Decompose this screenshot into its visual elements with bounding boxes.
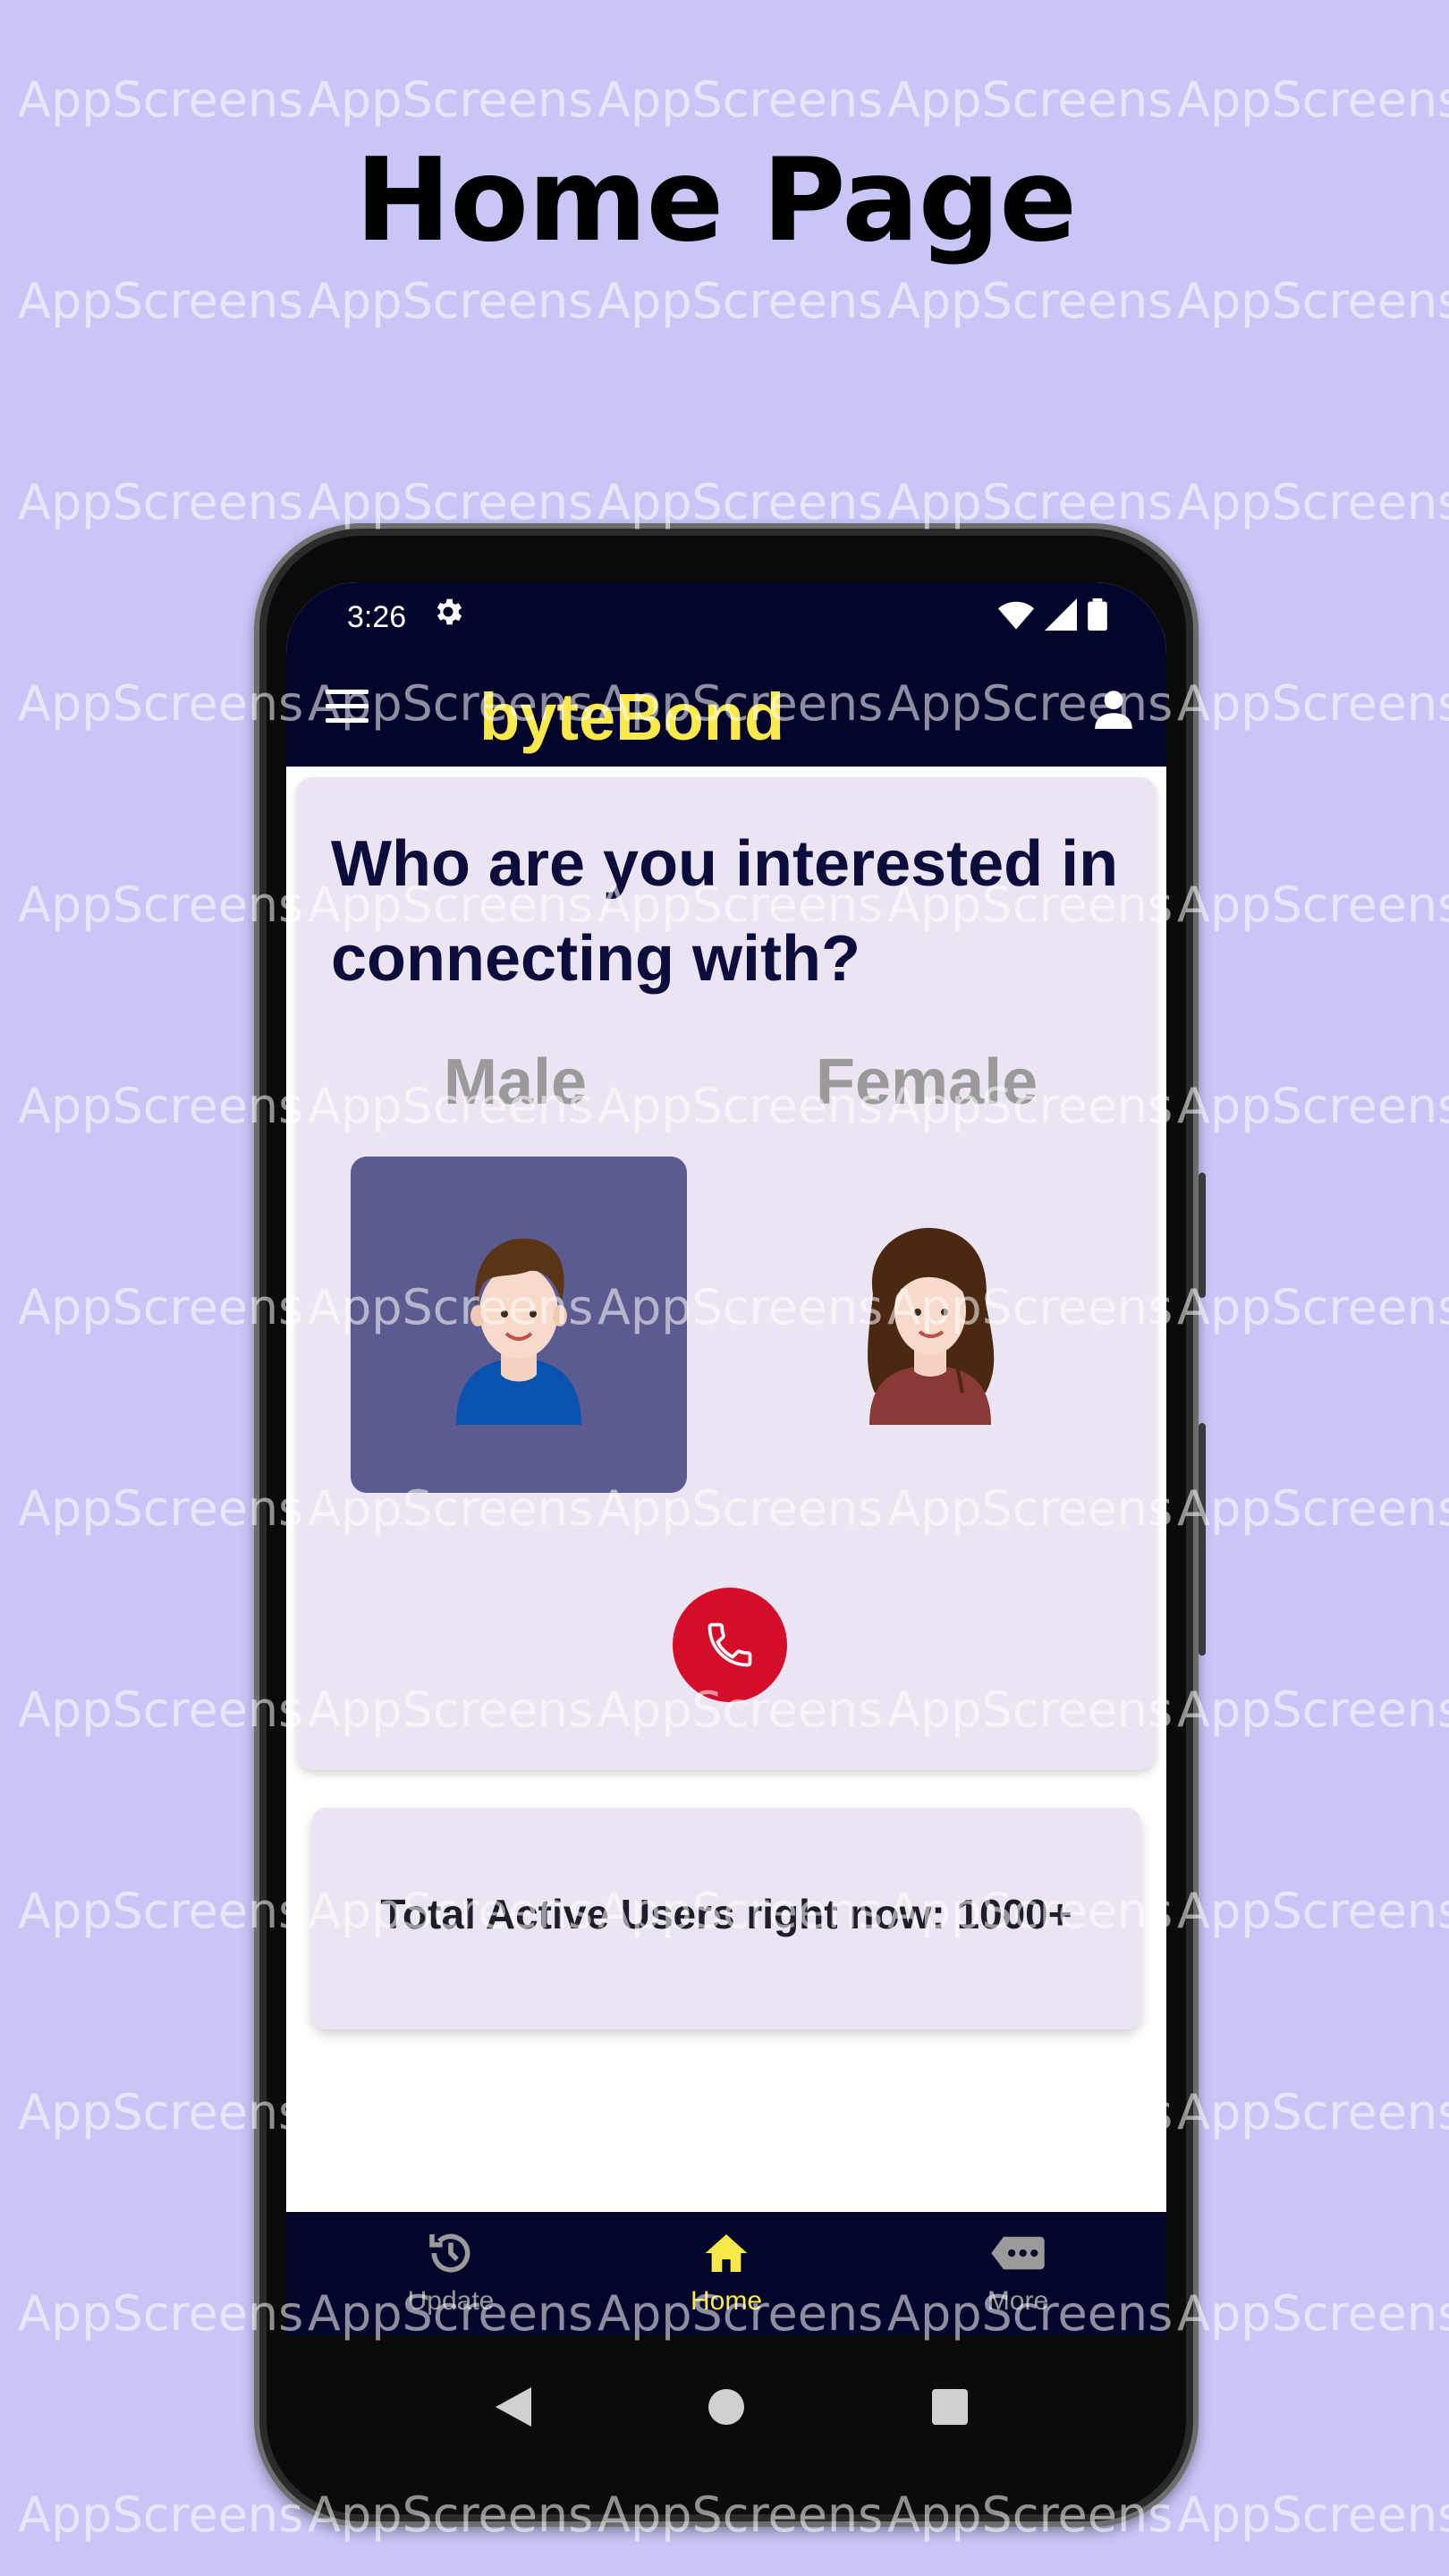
watermark-text: AppScreens xyxy=(597,72,884,128)
page-title: Home Page xyxy=(355,134,1077,267)
watermark-text: AppScreens xyxy=(1177,72,1449,128)
signal-icon xyxy=(1045,598,1077,631)
watermark-text: AppScreens xyxy=(1177,2487,1449,2543)
watermark-text: AppScreens xyxy=(308,273,594,329)
watermark-text: AppScreens xyxy=(597,474,884,530)
status-time: 3:26 xyxy=(347,600,407,634)
watermark-text: AppScreens xyxy=(1177,273,1449,329)
recents-icon[interactable] xyxy=(932,2389,968,2425)
app-title: byteBond xyxy=(479,680,785,754)
watermark-text: AppScreens xyxy=(308,474,594,530)
settings-gear-icon xyxy=(431,595,465,638)
volume-button xyxy=(1199,1173,1206,1298)
watermark-text: AppScreens xyxy=(18,474,304,530)
watermark-text: AppScreens xyxy=(1177,675,1449,732)
watermark-text: AppScreens xyxy=(1177,1682,1449,1738)
watermark-text: AppScreens xyxy=(1177,1883,1449,1939)
preference-question: Who are you interested in connecting wit… xyxy=(331,828,1119,995)
nav-item-update[interactable]: Update xyxy=(361,2228,540,2317)
profile-icon[interactable] xyxy=(1091,686,1136,731)
status-bar: 3:26 xyxy=(286,582,1166,654)
hamburger-menu-icon[interactable] xyxy=(326,690,369,725)
power-button xyxy=(1199,1423,1206,1656)
watermark-text: AppScreens xyxy=(18,72,304,128)
watermark-text: AppScreens xyxy=(1177,2084,1449,2140)
call-button[interactable] xyxy=(673,1588,787,1702)
watermark-text: AppScreens xyxy=(597,273,884,329)
watermark-text: AppScreens xyxy=(887,72,1174,128)
home-circle-icon[interactable] xyxy=(708,2389,744,2425)
nav-label-more: More xyxy=(987,2286,1049,2316)
bottom-navigation: Update Home More xyxy=(286,2212,1166,2335)
more-tag-icon xyxy=(991,2236,1045,2270)
app-screen: 3:26 byteBond Who are you interested in … xyxy=(286,582,1166,2335)
watermark-text: AppScreens xyxy=(887,474,1174,530)
nav-item-more[interactable]: More xyxy=(928,2228,1107,2317)
watermark-text: AppScreens xyxy=(1177,1480,1449,1537)
back-icon[interactable] xyxy=(496,2387,531,2427)
female-label: Female xyxy=(816,1046,1038,1118)
battery-icon xyxy=(1088,598,1107,631)
nav-label-home: Home xyxy=(690,2286,763,2316)
phone-icon xyxy=(708,1623,752,1667)
wifi-icon xyxy=(998,601,1034,630)
male-avatar-icon xyxy=(456,1238,581,1425)
watermark-text: AppScreens xyxy=(1177,474,1449,530)
watermark-text: AppScreens xyxy=(18,273,304,329)
male-label: Male xyxy=(444,1046,588,1118)
female-avatar-icon xyxy=(868,1227,995,1425)
home-icon xyxy=(705,2234,748,2272)
active-users-count: Total Active Users right now: 1000+ xyxy=(380,1891,1072,1937)
active-users-card: Total Active Users right now: 1000+ xyxy=(311,1808,1141,2029)
male-option-button[interactable] xyxy=(351,1157,687,1493)
female-option-button[interactable] xyxy=(762,1157,1098,1493)
phone-frame: 3:26 byteBond Who are you interested in … xyxy=(254,523,1206,2527)
app-bar: byteBond xyxy=(286,654,1166,767)
watermark-text: AppScreens xyxy=(18,2487,304,2543)
history-icon xyxy=(429,2233,470,2273)
watermark-text: AppScreens xyxy=(1177,1078,1449,1134)
system-navigation-bar xyxy=(286,2344,1166,2479)
watermark-text: AppScreens xyxy=(887,273,1174,329)
watermark-text: AppScreens xyxy=(1177,1279,1449,1335)
nav-item-home[interactable]: Home xyxy=(637,2228,816,2317)
nav-label-update: Update xyxy=(407,2286,495,2316)
gender-preference-card: Who are you interested in connecting wit… xyxy=(297,777,1156,1770)
watermark-text: AppScreens xyxy=(1177,2285,1449,2342)
watermark-text: AppScreens xyxy=(1177,877,1449,933)
watermark-text: AppScreens xyxy=(308,72,594,128)
